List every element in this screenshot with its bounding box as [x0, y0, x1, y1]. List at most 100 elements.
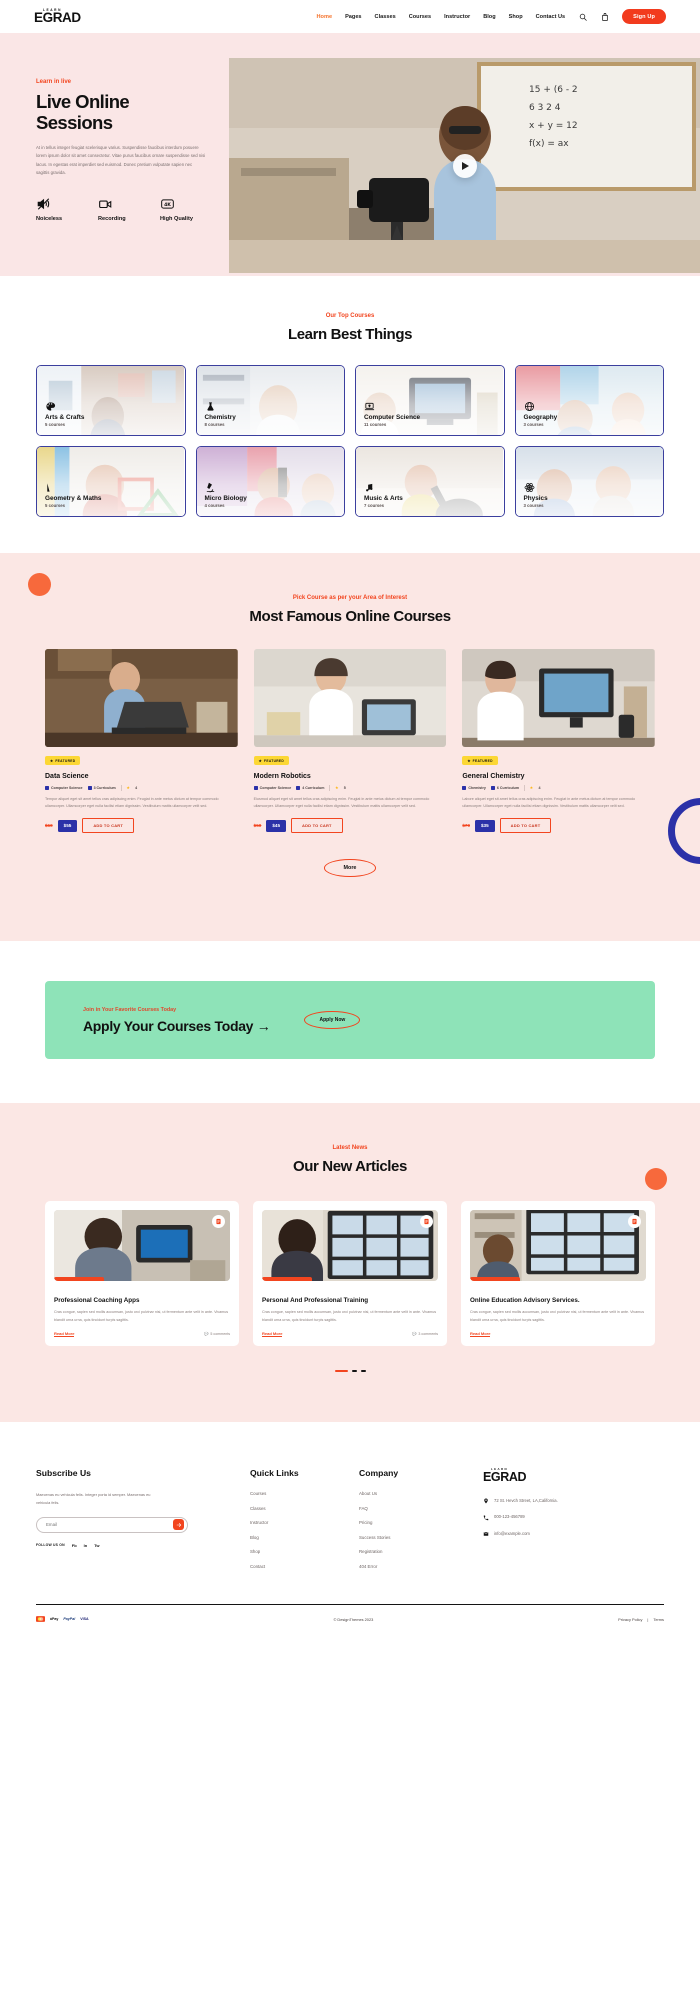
- article-thumbnail: November 23, 2022: [54, 1210, 230, 1282]
- subscribe-heading: Subscribe Us: [36, 1468, 91, 1479]
- nav-item-classes[interactable]: Classes: [375, 14, 396, 20]
- footer-contact: LEARN EGRAD 72 St. Hevch Street, LA,Cali…: [483, 1468, 664, 1578]
- read-more-link[interactable]: Read More: [54, 1331, 75, 1338]
- follow-label: FOLLOW US ON: [36, 1543, 65, 1548]
- svg-text:f(x) = ax: f(x) = ax: [529, 139, 569, 149]
- nav-item-home[interactable]: Home: [317, 14, 333, 20]
- social-link-facebook[interactable]: Fb: [72, 1543, 77, 1548]
- add-to-cart-button[interactable]: ADD TO CART: [499, 818, 552, 834]
- phone-text[interactable]: 000-123-456789: [494, 1514, 525, 1519]
- hero-title-line1: Live Online: [36, 91, 130, 112]
- carousel-dot-active[interactable]: [334, 1370, 348, 1373]
- company-link-about-us[interactable]: About Us: [359, 1491, 469, 1496]
- privacy-policy-link[interactable]: Privacy Policy: [618, 1617, 642, 1622]
- add-to-cart-button[interactable]: ADD TO CART: [291, 818, 343, 834]
- social-link-twitter[interactable]: Tw: [94, 1543, 99, 1548]
- article-card-online-education-advisory-services[interactable]: November 23, 2022 Online Education Advis…: [461, 1201, 655, 1347]
- article-card-professional-coaching-apps[interactable]: November 23, 2022 Professional Coaching …: [45, 1201, 239, 1347]
- nav-item-pages[interactable]: Pages: [345, 14, 361, 20]
- course-actions: $60 $55 ADD TO CART: [45, 818, 238, 834]
- terms-link[interactable]: Terms: [653, 1617, 664, 1622]
- sign-up-button[interactable]: Sign Up: [622, 9, 666, 24]
- course-thumbnail: [253, 649, 447, 747]
- read-more-link[interactable]: Read More: [470, 1331, 491, 1338]
- quick-link-shop[interactable]: Shop: [250, 1549, 345, 1554]
- site-logo[interactable]: LEARN EGRAD: [34, 8, 81, 25]
- email-text[interactable]: info@example.com: [494, 1531, 530, 1536]
- nav-item-blog[interactable]: Blog: [483, 14, 495, 20]
- cart-icon[interactable]: [600, 12, 609, 21]
- company-link-pricing[interactable]: Pricing: [359, 1520, 469, 1525]
- carousel-dot[interactable]: [360, 1370, 366, 1373]
- article-footer: Read More 💬 3 comments: [262, 1331, 438, 1338]
- course-card-general-chemistry[interactable]: ★ FEATURED General Chemistry Chemistry 6…: [462, 649, 655, 834]
- category-card-computer-science[interactable]: Computer Science 11 courses: [355, 365, 505, 436]
- site-header: LEARN EGRAD Home Pages Classes Courses I…: [0, 0, 700, 33]
- company-link-404-error[interactable]: 404 Error: [359, 1564, 469, 1569]
- hero-video[interactable]: 15 + (6 - 2 6 3 2 4 x + y = 12 f(x) = ax: [229, 58, 700, 273]
- star-icon: ★: [258, 758, 262, 763]
- quick-link-courses[interactable]: Courses: [250, 1491, 345, 1496]
- featured-label: FEATURED: [264, 758, 285, 763]
- category-name: Geography: [523, 413, 558, 421]
- famous-courses-section: Pick Course as per your Area of Interest…: [0, 553, 700, 942]
- category-count: 3 courses: [523, 422, 544, 427]
- category-card-chemistry[interactable]: Chemistry 8 courses: [195, 365, 345, 436]
- arrow-right-icon: →: [256, 1017, 271, 1034]
- document-icon: [424, 1219, 429, 1225]
- article-description: Cras congue, sapien sed mollis accumsan,…: [54, 1310, 229, 1322]
- nav-item-courses[interactable]: Courses: [409, 14, 431, 20]
- document-icon: [632, 1219, 637, 1225]
- curriculum-icon: [296, 785, 301, 790]
- article-title: Professional Coaching Apps: [54, 1297, 140, 1305]
- subscribe-text: Maecenas eu vehicula felis. Integer port…: [36, 1492, 151, 1506]
- search-icon[interactable]: [578, 12, 587, 21]
- category-card-micro-biology[interactable]: Micro Biology 4 courses: [195, 446, 345, 517]
- social-link-linkedin[interactable]: In: [84, 1543, 88, 1548]
- add-to-cart-button[interactable]: ADD TO CART: [82, 818, 135, 834]
- article-comments: 💬 3 comments: [412, 1332, 438, 1336]
- email-input[interactable]: [46, 1522, 173, 1528]
- category-card-geography[interactable]: Geography 3 courses: [514, 365, 664, 436]
- footer-logo[interactable]: LEARN EGRAD: [483, 1468, 664, 1483]
- quick-link-classes[interactable]: Classes: [250, 1506, 345, 1511]
- play-button[interactable]: [452, 153, 477, 178]
- comment-icon: 💬: [203, 1332, 209, 1337]
- company-link-faq[interactable]: FAQ: [359, 1506, 469, 1511]
- price-original: $70: [462, 823, 470, 829]
- category-card-geometry-maths[interactable]: Geometry & Maths 5 courses: [36, 446, 186, 517]
- price-original: $50: [253, 823, 262, 829]
- quick-link-instructor[interactable]: Instructor: [250, 1520, 345, 1525]
- top-courses-title: Learn Best Things: [287, 326, 413, 343]
- quick-link-contact[interactable]: Contact: [250, 1564, 345, 1569]
- category-card-physics[interactable]: Physics 3 courses: [514, 446, 664, 517]
- apply-now-button[interactable]: Apply Now: [304, 1011, 361, 1030]
- course-description: Eiusmod aliquet eget sit amet tellus cra…: [253, 796, 430, 808]
- site-footer: Subscribe Us Maecenas eu vehicula felis.…: [0, 1422, 700, 1623]
- course-card-modern-robotics[interactable]: ★ FEATURED Modern Robotics Computer Scie…: [253, 649, 447, 834]
- divider: [524, 784, 525, 791]
- company-link-registration[interactable]: Registration: [359, 1549, 469, 1554]
- category-card-music-arts[interactable]: Music & Arts 7 courses: [355, 446, 505, 517]
- music-note-icon: [364, 480, 375, 491]
- article-card-personal-and-professional-training[interactable]: November 23, 2022 Personal And Professio…: [253, 1201, 447, 1347]
- course-meta: Chemistry 6 Curriculum ★ 4: [462, 784, 655, 791]
- famous-title: Most Famous Online Courses: [249, 608, 451, 625]
- quick-link-blog[interactable]: Blog: [250, 1535, 345, 1540]
- nav-item-contact-us[interactable]: Contact Us: [536, 14, 566, 20]
- category-count: 11 courses: [364, 422, 387, 427]
- read-more-link[interactable]: Read More: [262, 1331, 283, 1338]
- category-card-arts-crafts[interactable]: Arts & Crafts 5 courses: [36, 365, 186, 436]
- course-card-data-science[interactable]: ★ FEATURED Data Science Computer Science…: [45, 649, 238, 834]
- article-footer: Read More 💬 5 comments: [54, 1331, 230, 1338]
- main-nav: Home Pages Classes Courses Instructor Bl…: [317, 9, 666, 24]
- subscribe-submit-button[interactable]: [173, 1519, 184, 1531]
- company-link-success-stories[interactable]: Success Stories: [359, 1535, 469, 1540]
- 4k-quality-icon: 4K: [160, 195, 200, 211]
- more-button[interactable]: More: [323, 859, 377, 878]
- contact-email: info@example.com: [483, 1531, 664, 1538]
- carousel-dot[interactable]: [351, 1370, 357, 1373]
- nav-item-instructor[interactable]: Instructor: [444, 14, 470, 20]
- logo-wordmark: EGRAD: [34, 9, 81, 25]
- nav-item-shop[interactable]: Shop: [509, 14, 523, 20]
